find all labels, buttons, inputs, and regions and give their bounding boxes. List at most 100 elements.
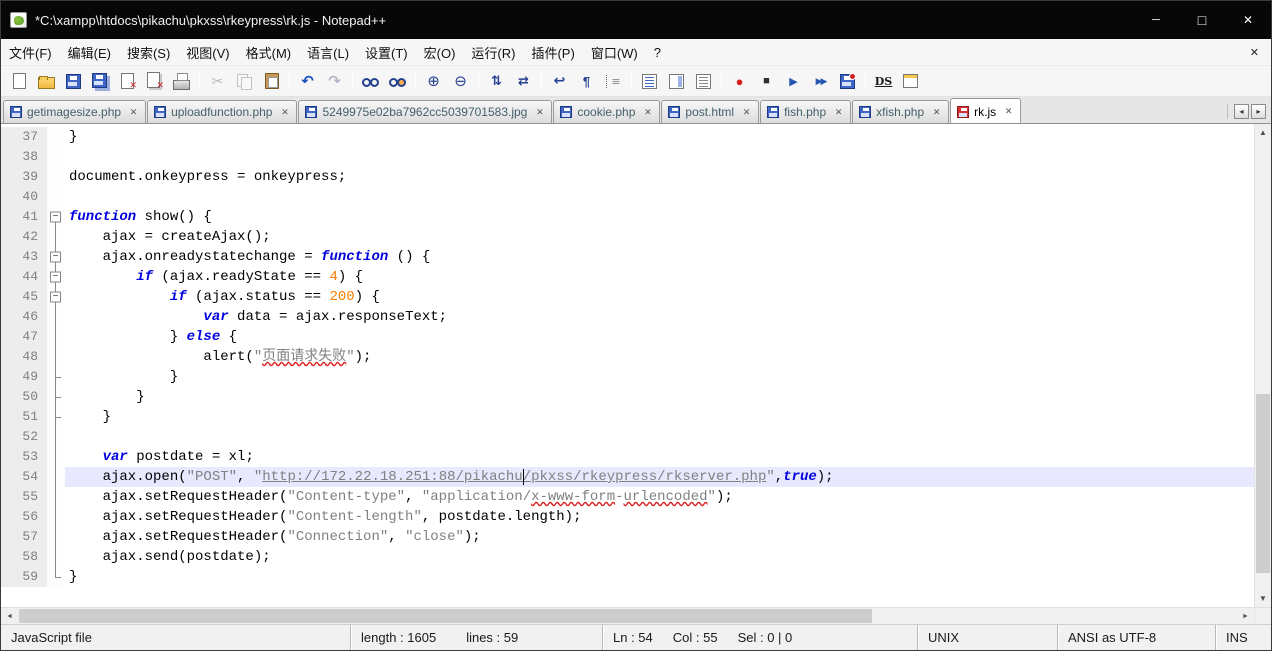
code-line[interactable]: 43− ajax.onreadystatechange = function (… (1, 247, 1254, 267)
line-number[interactable]: 58 (1, 547, 47, 567)
document-list-icon[interactable] (691, 70, 716, 93)
fold-collapse-icon[interactable]: − (47, 247, 65, 267)
code-line[interactable]: 50 } (1, 387, 1254, 407)
tab-close-icon[interactable] (1002, 105, 1015, 118)
tab-close-icon[interactable] (641, 106, 654, 119)
line-number[interactable]: 38 (1, 147, 47, 167)
code-line[interactable]: 56 ajax.setRequestHeader("Content-length… (1, 507, 1254, 527)
line-number[interactable]: 41 (1, 207, 47, 227)
menubar-close-icon[interactable] (1250, 46, 1259, 59)
tab-jpg-file[interactable]: 5249975e02ba7962cc5039701583.jpg (298, 100, 553, 123)
menu-run[interactable]: 运行(R) (463, 39, 523, 65)
close-all-icon[interactable] (142, 70, 167, 93)
scroll-left-icon[interactable] (1, 608, 18, 624)
menu-window[interactable]: 窗口(W) (583, 39, 646, 65)
code-line[interactable]: 55 ajax.setRequestHeader("Content-type",… (1, 487, 1254, 507)
record-macro-icon[interactable] (727, 70, 752, 93)
vertical-scrollbar-thumb[interactable] (1256, 394, 1270, 574)
menu-file[interactable]: 文件(F) (1, 39, 60, 65)
code-line[interactable]: 59} (1, 567, 1254, 587)
function-list-icon[interactable] (637, 70, 662, 93)
scroll-up-icon[interactable] (1255, 124, 1272, 141)
code-area[interactable]: 37} 38 39 document.onkeypress = onkeypress;… (1, 124, 1254, 607)
redo-icon[interactable] (322, 70, 347, 93)
code-line[interactable]: 40 (1, 187, 1254, 207)
tab-close-icon[interactable] (832, 106, 845, 119)
save-all-icon[interactable] (88, 70, 113, 93)
save-icon[interactable] (61, 70, 86, 93)
code-line[interactable]: 49 } (1, 367, 1254, 387)
line-number[interactable]: 44 (1, 267, 47, 287)
dspellcheck-icon[interactable] (871, 70, 896, 93)
tab-scroll-right-button[interactable]: ▸ (1251, 104, 1266, 119)
line-number[interactable]: 49 (1, 367, 47, 387)
line-number[interactable]: 37 (1, 127, 47, 147)
vertical-scrollbar[interactable] (1254, 124, 1271, 607)
tab-close-icon[interactable] (740, 106, 753, 119)
find-icon[interactable] (358, 70, 383, 93)
line-number[interactable]: 46 (1, 307, 47, 327)
line-number[interactable]: 48 (1, 347, 47, 367)
play-macro-icon[interactable] (781, 70, 806, 93)
menu-format[interactable]: 格式(M) (238, 39, 300, 65)
horizontal-scrollbar-track[interactable] (18, 608, 1237, 624)
tab-xfish-php[interactable]: xfish.php (852, 100, 950, 123)
close-button[interactable] (1225, 1, 1271, 39)
code-line[interactable]: 44− if (ajax.readyState == 4) { (1, 267, 1254, 287)
tab-fish-php[interactable]: fish.php (760, 100, 852, 123)
tab-getimagesize-php[interactable]: getimagesize.php (3, 100, 147, 123)
tab-uploadfunction-php[interactable]: uploadfunction.php (147, 100, 298, 123)
menu-edit[interactable]: 编辑(E) (60, 39, 119, 65)
code-line[interactable]: 41− function show() { (1, 207, 1254, 227)
code-line[interactable]: 39 document.onkeypress = onkeypress; (1, 167, 1254, 187)
fold-collapse-icon[interactable]: − (47, 287, 65, 307)
tab-close-icon[interactable] (533, 106, 546, 119)
code-line[interactable]: 52 (1, 427, 1254, 447)
line-number[interactable]: 59 (1, 567, 47, 587)
zoom-out-icon[interactable] (448, 70, 473, 93)
copy-icon[interactable] (232, 70, 257, 93)
line-number[interactable]: 53 (1, 447, 47, 467)
fold-collapse-icon[interactable]: − (47, 267, 65, 287)
paste-icon[interactable] (259, 70, 284, 93)
undo-icon[interactable] (295, 70, 320, 93)
menu-view[interactable]: 视图(V) (178, 39, 237, 65)
code-line[interactable]: 38 (1, 147, 1254, 167)
run-macro-multiple-icon[interactable] (808, 70, 833, 93)
show-all-chars-icon[interactable] (574, 70, 599, 93)
line-number[interactable]: 47 (1, 327, 47, 347)
line-number[interactable]: 42 (1, 227, 47, 247)
code-line[interactable]: 54 ajax.open("POST", "http://172.22.18.2… (1, 467, 1254, 487)
tab-post-html[interactable]: post.html (661, 100, 760, 123)
tab-cookie-php[interactable]: cookie.php (553, 100, 661, 123)
line-number[interactable]: 55 (1, 487, 47, 507)
horizontal-scrollbar-thumb[interactable] (19, 609, 873, 623)
replace-icon[interactable] (385, 70, 410, 93)
line-number[interactable]: 45 (1, 287, 47, 307)
tab-close-icon[interactable] (127, 106, 140, 119)
code-line[interactable]: 51 } (1, 407, 1254, 427)
close-file-icon[interactable] (115, 70, 140, 93)
scroll-right-icon[interactable] (1237, 608, 1254, 624)
menu-help[interactable]: ? (646, 39, 669, 65)
line-number[interactable]: 43 (1, 247, 47, 267)
code-line[interactable]: 45− if (ajax.status == 200) { (1, 287, 1254, 307)
line-number[interactable]: 51 (1, 407, 47, 427)
new-file-icon[interactable] (7, 70, 32, 93)
print-icon[interactable] (169, 70, 194, 93)
line-number[interactable]: 40 (1, 187, 47, 207)
line-number[interactable]: 56 (1, 507, 47, 527)
line-number[interactable]: 50 (1, 387, 47, 407)
code-line[interactable]: 53 var postdate = xl; (1, 447, 1254, 467)
notepadpp-icon[interactable] (10, 12, 27, 28)
tab-close-icon[interactable] (930, 106, 943, 119)
tab-scroll-left-button[interactable]: ◂ (1234, 104, 1249, 119)
tab-rk-js[interactable]: rk.js (950, 98, 1022, 123)
fold-collapse-icon[interactable]: − (47, 207, 65, 227)
line-number[interactable]: 54 (1, 467, 47, 487)
menu-language[interactable]: 语言(L) (299, 39, 357, 65)
sync-vertical-icon[interactable] (484, 70, 509, 93)
code-line[interactable]: 42 ajax = createAjax(); (1, 227, 1254, 247)
code-line[interactable]: 58 ajax.send(postdate); (1, 547, 1254, 567)
word-wrap-icon[interactable] (547, 70, 572, 93)
